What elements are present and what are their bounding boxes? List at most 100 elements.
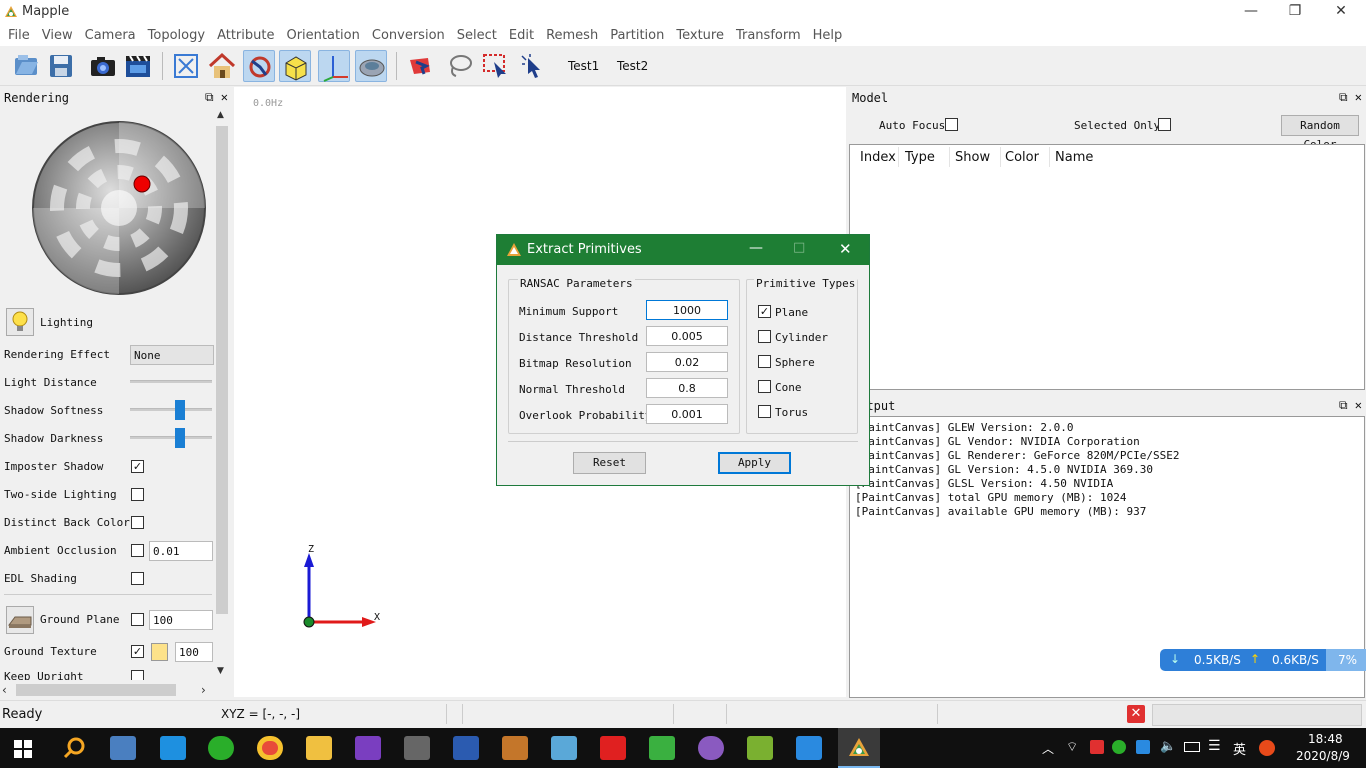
- wechat-icon[interactable]: [208, 736, 234, 760]
- view-mode-icon[interactable]: [355, 50, 387, 82]
- pdf-app-icon[interactable]: [600, 736, 626, 760]
- chart-app-icon[interactable]: [747, 736, 773, 760]
- light-distance-slider[interactable]: [130, 380, 212, 383]
- col-index[interactable]: Index: [860, 150, 896, 165]
- rotate-manipulate-icon[interactable]: [243, 50, 275, 82]
- cylinder-checkbox[interactable]: [758, 330, 771, 343]
- col-show[interactable]: Show: [955, 150, 990, 165]
- fit-screen-icon[interactable]: [170, 50, 202, 82]
- notes-app-icon[interactable]: [551, 736, 577, 760]
- ground-plane-checkbox[interactable]: [131, 613, 144, 626]
- clock-date[interactable]: 2020/8/9: [1296, 749, 1350, 763]
- scroll-right-icon[interactable]: ›: [201, 683, 206, 697]
- imposter-shadow-checkbox[interactable]: ✓: [131, 460, 144, 473]
- keep-upright-checkbox[interactable]: [131, 670, 144, 680]
- light-direction-sphere[interactable]: [32, 121, 206, 295]
- desktop-app-icon[interactable]: [110, 736, 136, 760]
- clover-app-icon[interactable]: [649, 736, 675, 760]
- word-icon[interactable]: [453, 736, 479, 760]
- panel-float-close-icons[interactable]: ⧉ ✕: [205, 90, 228, 105]
- ambient-occlusion-checkbox[interactable]: [131, 544, 144, 557]
- lasso-select-icon[interactable]: [444, 50, 476, 82]
- scroll-down-icon[interactable]: ▼: [217, 666, 224, 676]
- ground-texture-input[interactable]: 100: [175, 642, 213, 662]
- mapple-taskbar-item[interactable]: [838, 728, 880, 768]
- sogou-ime-icon[interactable]: [1259, 740, 1275, 756]
- scroll-left-icon[interactable]: ‹: [2, 683, 7, 697]
- camera-app-icon[interactable]: [404, 736, 430, 760]
- tray-app-icon[interactable]: [1090, 740, 1104, 754]
- ambient-occlusion-input[interactable]: 0.01: [149, 541, 213, 561]
- dialog-title-bar[interactable]: Extract Primitives — □ ✕: [497, 235, 869, 265]
- selected-only-checkbox[interactable]: [1158, 118, 1171, 131]
- axes-icon[interactable]: [318, 50, 350, 82]
- save-icon[interactable]: [45, 50, 77, 82]
- bounding-box-icon[interactable]: [279, 50, 311, 82]
- camera-icon[interactable]: [87, 50, 119, 82]
- col-color[interactable]: Color: [1005, 150, 1039, 165]
- dialog-close-button[interactable]: ✕: [839, 240, 852, 258]
- shadow-darkness-slider[interactable]: [130, 436, 212, 439]
- distinct-back-color-checkbox[interactable]: [131, 516, 144, 529]
- wifi-icon[interactable]: ⌔: [1066, 739, 1078, 755]
- col-type[interactable]: Type: [905, 150, 935, 165]
- normal-threshold-input[interactable]: 0.8: [646, 378, 728, 398]
- menu-orientation[interactable]: Orientation: [280, 25, 365, 43]
- panel-float-close-icons[interactable]: ⧉ ✕: [1339, 398, 1362, 413]
- hscrollbar-thumb[interactable]: [16, 684, 176, 696]
- search-icon[interactable]: [62, 736, 86, 760]
- network-speed-widget[interactable]: ↓ 0.5KB/S ↑ 0.6KB/S 7%: [1160, 649, 1366, 671]
- minimize-button[interactable]: —: [1228, 0, 1274, 24]
- scroll-up-icon[interactable]: ▲: [217, 110, 224, 120]
- record-video-icon[interactable]: [122, 50, 154, 82]
- menu-remesh[interactable]: Remesh: [540, 25, 604, 43]
- chrome-icon[interactable]: [257, 736, 283, 760]
- cone-checkbox[interactable]: [758, 380, 771, 393]
- distance-threshold-input[interactable]: 0.005: [646, 326, 728, 346]
- select-model-icon[interactable]: [404, 50, 436, 82]
- restore-button[interactable]: ❐: [1272, 0, 1318, 24]
- qq-browser-icon[interactable]: [160, 736, 186, 760]
- clock-time[interactable]: 18:48: [1308, 732, 1343, 746]
- feishu-app-icon[interactable]: [796, 736, 822, 760]
- rendering-panel-hscrollbar[interactable]: ‹ ›: [0, 682, 214, 698]
- menu-attribute[interactable]: Attribute: [211, 25, 280, 43]
- notification-icon[interactable]: ☰: [1208, 738, 1221, 754]
- menu-edit[interactable]: Edit: [503, 25, 540, 43]
- ime-indicator[interactable]: 英: [1233, 739, 1246, 758]
- two-side-lighting-checkbox[interactable]: [131, 488, 144, 501]
- menu-file[interactable]: File: [0, 25, 36, 43]
- rendering-panel-vscrollbar[interactable]: ▲ ▼: [214, 108, 230, 682]
- tray-expand-icon[interactable]: ︿: [1042, 740, 1054, 757]
- home-icon[interactable]: [206, 50, 238, 82]
- visual-studio-icon[interactable]: [355, 736, 381, 760]
- menu-view[interactable]: View: [36, 25, 79, 43]
- test2-button[interactable]: Test2: [617, 59, 648, 73]
- menu-select[interactable]: Select: [451, 25, 503, 43]
- shadow-softness-slider[interactable]: [130, 408, 212, 411]
- random-color-button[interactable]: Random Color: [1281, 115, 1359, 151]
- volume-icon[interactable]: 🔈: [1160, 739, 1176, 754]
- test1-button[interactable]: Test1: [568, 59, 599, 73]
- tray-wechat-icon[interactable]: [1112, 740, 1126, 754]
- auto-focus-checkbox[interactable]: [945, 118, 958, 131]
- game-app-icon[interactable]: [502, 736, 528, 760]
- shadow-darkness-handle[interactable]: [174, 428, 185, 448]
- bitmap-resolution-input[interactable]: 0.02: [646, 352, 728, 372]
- rect-select-icon[interactable]: [480, 50, 512, 82]
- edl-shading-checkbox[interactable]: [131, 572, 144, 585]
- menu-partition[interactable]: Partition: [604, 25, 670, 43]
- torus-checkbox[interactable]: [758, 405, 771, 418]
- menu-transform[interactable]: Transform: [730, 25, 807, 43]
- min-support-input[interactable]: 1000: [646, 300, 728, 320]
- shadow-softness-handle[interactable]: [174, 400, 185, 420]
- tray-feishu-icon[interactable]: [1136, 740, 1150, 754]
- windows-start-icon[interactable]: [14, 740, 32, 758]
- overlook-probability-input[interactable]: 0.001: [646, 404, 728, 424]
- open-file-icon[interactable]: [10, 50, 42, 82]
- purple-app-icon[interactable]: [698, 736, 724, 760]
- menu-camera[interactable]: Camera: [79, 25, 142, 43]
- reset-button[interactable]: Reset: [573, 452, 646, 474]
- battery-icon[interactable]: [1184, 742, 1200, 752]
- close-button[interactable]: ✕: [1318, 0, 1364, 24]
